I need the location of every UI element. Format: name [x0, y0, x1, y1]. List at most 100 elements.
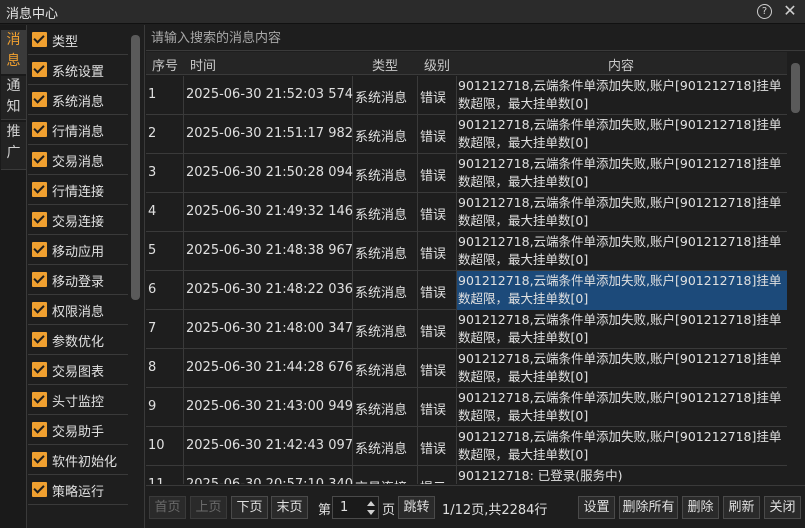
first-page-button[interactable]: 首页	[149, 496, 186, 519]
filter-checkbox[interactable]	[32, 62, 47, 77]
filter-item[interactable]: 系统消息	[28, 85, 128, 115]
filter-checkbox[interactable]	[32, 122, 47, 137]
filter-checkbox[interactable]	[32, 392, 47, 407]
cell-content-text: 901212718,云端条件单添加失败,账户[901212718]挂单数超限，最…	[458, 312, 782, 345]
filter-item[interactable]: 权限消息	[28, 295, 128, 325]
table-row[interactable]: 3 2025-06-30 21:50:28 094 系统消息 错误 901212718,…	[146, 154, 787, 193]
table-row[interactable]: 10 2025-06-30 21:42:43 097 系统消息 错误 901212718…	[146, 427, 787, 466]
filter-item[interactable]: 行情连接	[28, 175, 128, 205]
select-all-checkbox[interactable]	[32, 32, 47, 47]
type-filter-panel: 类型 系统设置系统消息行情消息交易消息 行情连接 交易连接 移动应用移动登录权限消息 参数…	[28, 25, 145, 528]
table-row[interactable]: 8 2025-06-30 21:44:28 676 系统消息 错误 901212718,…	[146, 349, 787, 388]
tab-notices-label: 通知	[6, 78, 21, 115]
filter-checkbox[interactable]	[32, 152, 47, 167]
column-header-type[interactable]: 类型	[372, 55, 398, 74]
title-bar: 消息中心 ? ✕	[0, 0, 805, 24]
last-page-button[interactable]: 末页	[271, 496, 308, 519]
page-number-value[interactable]: 1	[340, 500, 348, 515]
table-row[interactable]: 11 2025-06-30 20:57:10 340交易连接 提示 901212718…	[146, 466, 787, 484]
table-scrollbar[interactable]	[788, 52, 805, 484]
table-row[interactable]: 1 2025-06-30 21:52:03 574 系统消息 错误 901212718,…	[146, 76, 787, 115]
close-button[interactable]: 关闭	[764, 496, 801, 519]
stepper-down-icon[interactable]	[367, 510, 375, 515]
cell-content: 901212718,云端条件单添加失败,账户[901212718]挂单数超限，最…	[457, 115, 787, 154]
filter-item[interactable]: 系统设置	[28, 55, 128, 85]
cell-content: 901212718,云端条件单添加失败,账户[901212718]挂单数超限，最…	[457, 271, 787, 310]
filter-item-label: 移动登录	[52, 275, 105, 290]
help-icon[interactable]: ?	[757, 4, 772, 19]
filter-item[interactable]: 移动登录	[28, 265, 128, 295]
page-stepper[interactable]: 1	[332, 496, 379, 519]
filter-item[interactable]: 交易助手	[28, 415, 128, 445]
filter-item-label: 交易助手	[52, 425, 105, 440]
cell-content: 901212718,云端条件单添加失败,账户[901212718]挂单数超限，最…	[457, 388, 787, 427]
table-row[interactable]: 7 2025-06-30 21:48:00 347 系统消息 错误 901212718,…	[146, 310, 787, 349]
filter-checkbox[interactable]	[32, 362, 47, 377]
cell-content-text: 901212718,云端条件单添加失败,账户[901212718]挂单数超限，最…	[458, 234, 782, 267]
settings-button[interactable]: 设置	[578, 496, 615, 519]
filter-item-label: 行情消息	[52, 125, 105, 140]
column-header-level[interactable]: 级别	[424, 55, 450, 74]
filter-scrollbar[interactable]	[131, 35, 140, 300]
jump-button[interactable]: 跳转	[398, 496, 435, 519]
table-row[interactable]: 6 2025-06-30 21:48:22 036 系统消息 错误 901212718,…	[146, 271, 787, 310]
filter-item[interactable]: 移动应用	[28, 235, 128, 265]
tab-notices[interactable]: 通知	[1, 76, 26, 120]
filter-item[interactable]: 参数优化	[28, 325, 128, 355]
tab-messages-label: 消息	[6, 32, 21, 69]
cell-no-text: 7	[148, 321, 157, 336]
filter-checkbox[interactable]	[32, 302, 47, 317]
filter-checkbox[interactable]	[32, 212, 47, 227]
tab-messages[interactable]: 消息	[1, 30, 26, 74]
stepper-up-icon[interactable]	[367, 501, 375, 506]
filter-item[interactable]: 交易消息	[28, 145, 128, 175]
filter-item[interactable]: 行情消息	[28, 115, 128, 145]
cell-type-text: 系统消息	[355, 247, 408, 262]
tab-promotion[interactable]: 推广	[1, 122, 26, 170]
next-page-button[interactable]: 下页	[231, 496, 268, 519]
column-header-content[interactable]: 内容	[608, 55, 634, 74]
cell-content: 901212718,云端条件单添加失败,账户[901212718]挂单数超限，最…	[457, 76, 787, 115]
filter-checkbox[interactable]	[32, 182, 47, 197]
filter-checkbox[interactable]	[32, 482, 47, 497]
filter-item-label: 头寸监控	[52, 395, 105, 410]
cell-level-text: 错误	[420, 130, 447, 145]
cell-level: 错误	[418, 388, 457, 427]
table-scrollbar-thumb[interactable]	[791, 63, 800, 113]
refresh-button[interactable]: 刷新	[723, 496, 760, 519]
filter-checkbox[interactable]	[32, 332, 47, 347]
filter-item-label: 系统消息	[52, 95, 105, 110]
prev-page-button[interactable]: 上页	[190, 496, 227, 519]
filter-checkbox[interactable]	[32, 92, 47, 107]
filter-checkbox[interactable]	[32, 272, 47, 287]
cell-type: 系统消息	[353, 193, 418, 232]
delete-button[interactable]: 删除	[682, 496, 719, 519]
cell-no-text: 6	[148, 282, 157, 297]
filter-checkbox[interactable]	[32, 422, 47, 437]
filter-checkbox[interactable]	[32, 452, 47, 467]
delete-all-button[interactable]: 删除所有	[619, 496, 678, 519]
filter-item[interactable]: 策略运行	[28, 475, 128, 505]
cell-no: 2	[146, 115, 184, 154]
cell-no-text: 8	[148, 360, 157, 375]
close-icon[interactable]: ✕	[781, 1, 799, 21]
column-header-no[interactable]: 序号	[152, 55, 178, 74]
cell-type-text: 系统消息	[355, 208, 408, 223]
table-row[interactable]: 9 2025-06-30 21:43:00 949 系统消息 错误 901212718,…	[146, 388, 787, 427]
table-row[interactable]: 5 2025-06-30 21:48:38 967 系统消息 错误 901212718,…	[146, 232, 787, 271]
cell-no: 7	[146, 310, 184, 349]
cell-type: 系统消息	[353, 271, 418, 310]
filter-item[interactable]: 交易连接	[28, 205, 128, 235]
filter-item[interactable]: 软件初始化	[28, 445, 128, 475]
table-row[interactable]: 2 2025-06-30 21:51:17 982 系统消息 错误 901212718,…	[146, 115, 787, 154]
cell-level: 提示	[418, 466, 457, 484]
search-input[interactable]	[151, 28, 791, 48]
column-header-time[interactable]: 时间	[190, 55, 216, 74]
cell-content: 901212718,云端条件单添加失败,账户[901212718]挂单数超限，最…	[457, 193, 787, 232]
filter-item[interactable]: 头寸监控	[28, 385, 128, 415]
filter-item[interactable]: 交易图表	[28, 355, 128, 385]
filter-header-row[interactable]: 类型	[28, 25, 128, 55]
cell-content: 901212718: 已登录(服务中)	[457, 466, 787, 484]
filter-checkbox[interactable]	[32, 242, 47, 257]
table-row[interactable]: 4 2025-06-30 21:49:32 146 系统消息 错误 901212718,…	[146, 193, 787, 232]
